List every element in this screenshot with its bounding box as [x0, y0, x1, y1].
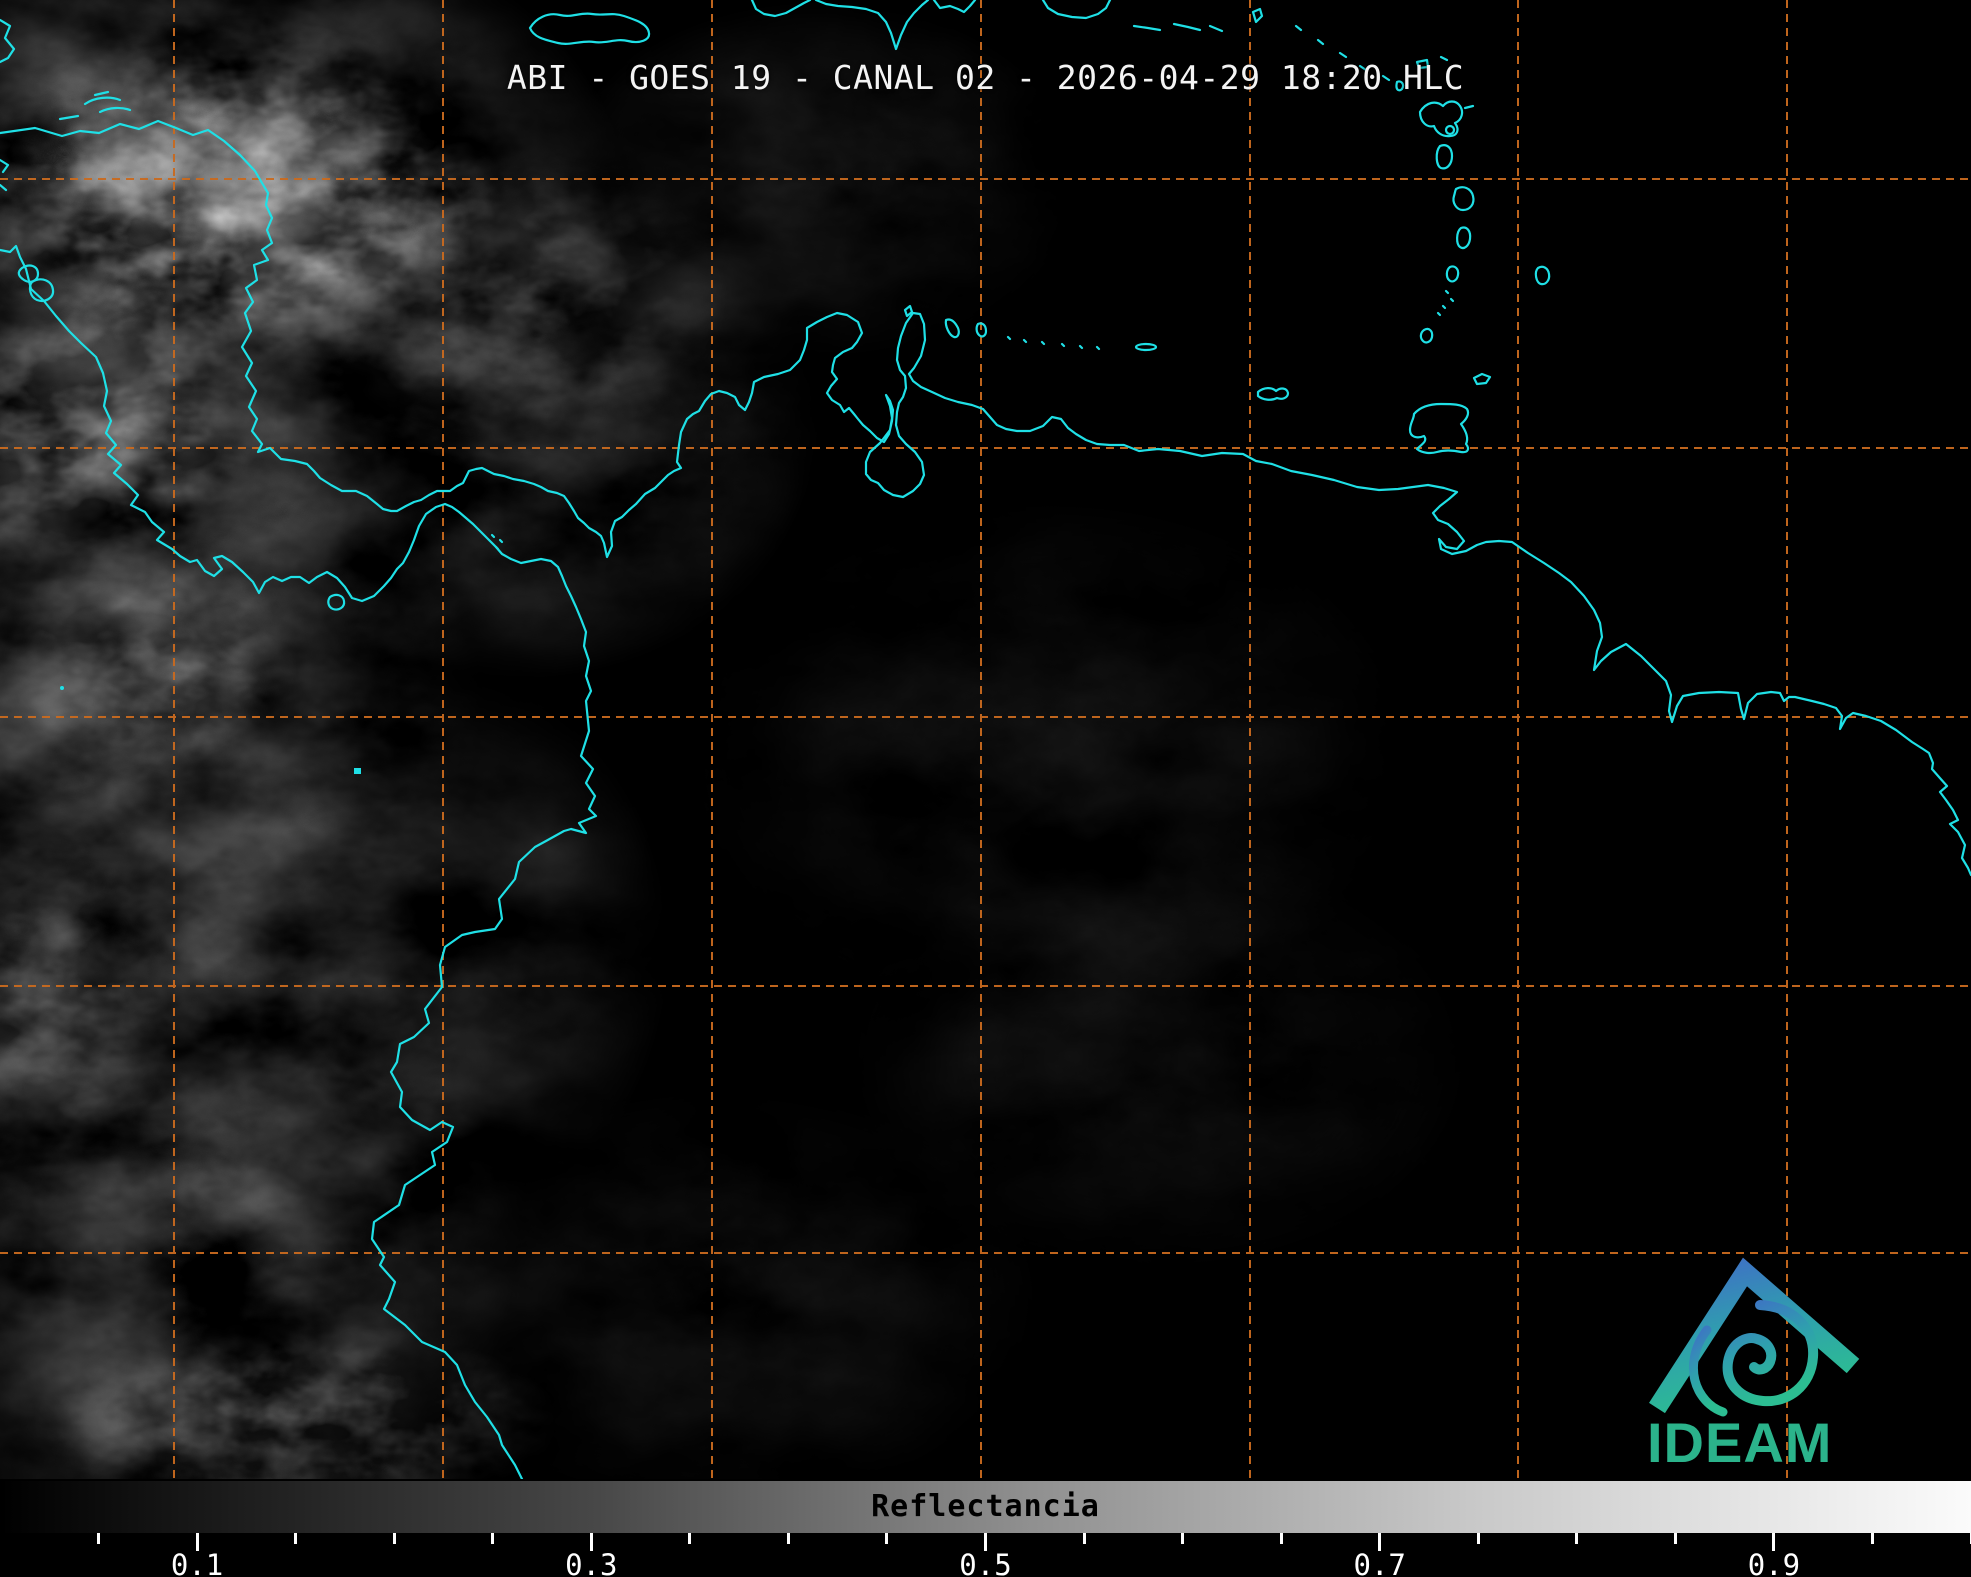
ideam-logo-text: IDEAM — [1647, 1410, 1871, 1475]
colorbar-minor-tick — [1181, 1533, 1184, 1544]
colorbar-minor-tick — [688, 1533, 691, 1544]
colorbar-minor-tick — [1280, 1533, 1283, 1544]
colorbar-minor-tick — [1575, 1533, 1578, 1544]
colorbar-tick-label: 0.7 — [1340, 1548, 1420, 1577]
lake-cocha — [354, 768, 361, 774]
colorbar-footer: Reflectancia 0.1 0.3 0.5 0.7 0.9 — [0, 1479, 1971, 1577]
colorbar-minor-tick — [1477, 1533, 1480, 1544]
colorbar-tick-label: 0.9 — [1734, 1548, 1814, 1577]
colorbar-tick-label: 0.3 — [551, 1548, 631, 1577]
ideam-satellite-product: ABI - GOES 19 - CANAL 02 - 2026-04-29 18… — [0, 0, 1971, 1577]
map-title: ABI - GOES 19 - CANAL 02 - 2026-04-29 18… — [0, 58, 1971, 98]
ideam-logo: IDEAM — [1645, 1250, 1873, 1472]
colorbar-minor-tick — [885, 1533, 888, 1544]
colorbar-tick-label: 0.5 — [946, 1548, 1026, 1577]
satellite-map-image: ABI - GOES 19 - CANAL 02 - 2026-04-29 18… — [0, 0, 1971, 1479]
colorbar-ticks: 0.1 0.3 0.5 0.7 0.9 — [0, 1533, 1971, 1577]
colorbar-minor-tick — [1871, 1533, 1874, 1544]
colorbar-minor-tick — [294, 1533, 297, 1544]
colorbar-minor-tick — [97, 1533, 100, 1544]
colorbar-minor-tick — [393, 1533, 396, 1544]
colorbar-minor-tick — [1083, 1533, 1086, 1544]
colorbar-minor-tick — [1674, 1533, 1677, 1544]
colorbar-tick-label: 0.1 — [157, 1548, 237, 1577]
islet-pacific — [60, 686, 64, 690]
colorbar-minor-tick — [787, 1533, 790, 1544]
colorbar: Reflectancia — [0, 1481, 1971, 1533]
colorbar-label: Reflectancia — [871, 1489, 1100, 1524]
colorbar-minor-tick — [491, 1533, 494, 1544]
